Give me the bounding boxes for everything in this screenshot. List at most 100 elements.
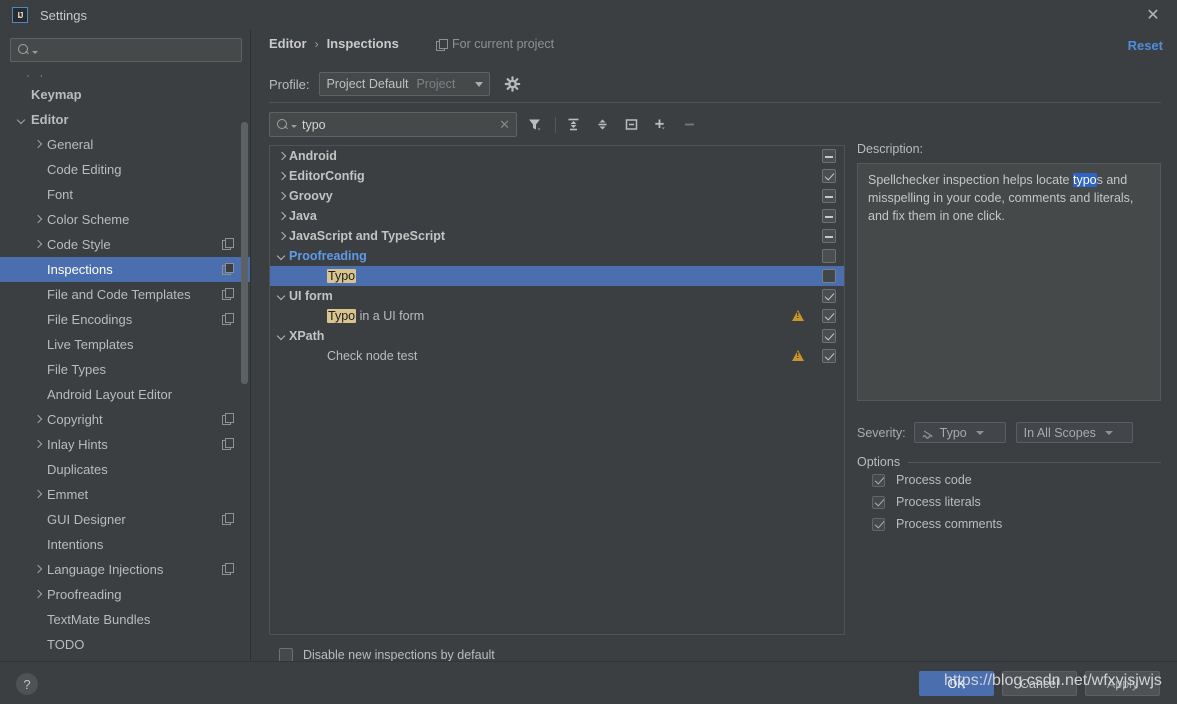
- tree-row-android[interactable]: Android: [270, 146, 844, 166]
- inspections-toolbar: ✕: [269, 112, 701, 137]
- chevron-down-icon[interactable]: [275, 329, 289, 343]
- chevron-right-icon[interactable]: [32, 564, 43, 575]
- tree-row-xpath[interactable]: XPath: [270, 326, 844, 346]
- sidebar-item-emmet[interactable]: Emmet: [0, 482, 250, 507]
- option-row-process-literals[interactable]: Process literals: [861, 495, 981, 509]
- apply-button[interactable]: Apply: [1085, 671, 1160, 696]
- sidebar-item-keymap[interactable]: Keymap: [0, 82, 250, 107]
- option-row-process-code[interactable]: Process code: [861, 473, 972, 487]
- help-button[interactable]: ?: [16, 673, 38, 695]
- tree-row-checkbox[interactable]: [822, 309, 836, 323]
- inspection-search-box[interactable]: ✕: [269, 112, 517, 137]
- sidebar-item-inspections[interactable]: Inspections: [0, 257, 250, 282]
- sidebar-item-editor[interactable]: Editor: [0, 107, 250, 132]
- close-icon[interactable]: ✕: [1143, 6, 1163, 26]
- clear-icon[interactable]: ✕: [499, 117, 510, 133]
- option-checkbox[interactable]: [872, 473, 885, 487]
- sidebar-scrollbar[interactable]: [241, 122, 248, 384]
- option-checkbox[interactable]: [872, 495, 885, 509]
- sidebar-item-file-encodings[interactable]: File Encodings: [0, 307, 250, 332]
- ok-button[interactable]: OK: [919, 671, 994, 696]
- gear-icon[interactable]: [504, 75, 521, 93]
- chevron-right-icon[interactable]: [275, 169, 289, 183]
- tree-row-typo[interactable]: Typo in a UI form: [270, 306, 844, 326]
- sidebar-search-input[interactable]: [42, 43, 227, 57]
- remove-icon[interactable]: [678, 113, 701, 136]
- severity-select[interactable]: Typo: [913, 422, 1006, 443]
- chevron-right-icon[interactable]: [32, 414, 43, 425]
- sidebar-item-android-layout-editor[interactable]: Android Layout Editor: [0, 382, 250, 407]
- tree-row-checkbox[interactable]: [822, 269, 836, 283]
- tree-row-ui-form[interactable]: UI form: [270, 286, 844, 306]
- collapse-all-icon[interactable]: [591, 113, 614, 136]
- tree-row-groovy[interactable]: Groovy: [270, 186, 844, 206]
- tree-row-proofreading[interactable]: Proofreading: [270, 246, 844, 266]
- inspection-search-input[interactable]: [302, 117, 492, 132]
- expand-all-icon[interactable]: [562, 113, 585, 136]
- chevron-down-icon[interactable]: [275, 249, 289, 263]
- tree-row-checkbox[interactable]: [822, 209, 836, 223]
- tree-row-checkbox[interactable]: [822, 349, 836, 363]
- tree-row-checkbox[interactable]: [822, 289, 836, 303]
- sidebar-item-textmate-bundles[interactable]: TextMate Bundles: [0, 607, 250, 632]
- cancel-button[interactable]: Cancel: [1002, 671, 1077, 696]
- sidebar-item-intentions[interactable]: Intentions: [0, 532, 250, 557]
- tree-row-checkbox[interactable]: [822, 149, 836, 163]
- disable-new-inspections-row[interactable]: Disable new inspections by default: [269, 648, 495, 662]
- chevron-right-icon[interactable]: [32, 139, 43, 150]
- sidebar-item-gui-designer[interactable]: GUI Designer: [0, 507, 250, 532]
- breadcrumb-root[interactable]: Editor: [269, 36, 307, 51]
- sidebar-item-color-scheme[interactable]: Color Scheme: [0, 207, 250, 232]
- tree-row-java[interactable]: Java: [270, 206, 844, 226]
- chevron-right-icon[interactable]: [32, 439, 43, 450]
- reset-link[interactable]: Reset: [1128, 38, 1163, 53]
- sidebar-item-file-types[interactable]: File Types: [0, 357, 250, 382]
- chevron-right-icon[interactable]: [32, 239, 43, 250]
- tree-row-javascript-and-typescript[interactable]: JavaScript and TypeScript: [270, 226, 844, 246]
- chevron-right-icon[interactable]: [275, 189, 289, 203]
- chevron-right-icon[interactable]: [32, 589, 43, 600]
- sidebar-item-file-and-code-templates[interactable]: File and Code Templates: [0, 282, 250, 307]
- profile-select[interactable]: Project Default Project: [319, 72, 491, 96]
- scope-select[interactable]: In All Scopes: [1015, 422, 1133, 443]
- sidebar-item-live-templates[interactable]: Live Templates: [0, 332, 250, 357]
- chevron-right-icon[interactable]: [32, 214, 43, 225]
- chevron-down-icon[interactable]: [275, 289, 289, 303]
- filter-icon[interactable]: [523, 113, 546, 136]
- tree-row-typo[interactable]: Typo: [270, 266, 844, 286]
- sidebar-search-box[interactable]: [10, 38, 242, 62]
- sidebar-item-duplicates[interactable]: Duplicates: [0, 457, 250, 482]
- tree-row-checkbox[interactable]: [822, 329, 836, 343]
- tree-row-checkbox[interactable]: [822, 169, 836, 183]
- sidebar-item-copyright[interactable]: Copyright: [0, 407, 250, 432]
- sidebar-item-todo[interactable]: TODO: [0, 632, 250, 657]
- sidebar-item-inlay-hints[interactable]: Inlay Hints: [0, 432, 250, 457]
- sidebar-item-font[interactable]: Font: [0, 182, 250, 207]
- sidebar-item-proofreading[interactable]: Proofreading: [0, 582, 250, 607]
- tree-row-checkbox[interactable]: [822, 189, 836, 203]
- chevron-right-icon[interactable]: [275, 149, 289, 163]
- chevron-down-icon[interactable]: [16, 114, 27, 125]
- option-row-process-comments[interactable]: Process comments: [861, 517, 1002, 531]
- tree-row-check-node-test[interactable]: Check node test: [270, 346, 844, 366]
- tree-row-checkbox[interactable]: [822, 249, 836, 263]
- disable-new-inspections-checkbox[interactable]: [279, 648, 293, 662]
- tree-row-checkbox[interactable]: [822, 229, 836, 243]
- sidebar-item-code-editing[interactable]: Code Editing: [0, 157, 250, 182]
- chevron-right-icon[interactable]: [32, 489, 43, 500]
- sidebar-item-language-injections[interactable]: Language Injections: [0, 557, 250, 582]
- typo-severity-icon: [922, 427, 935, 439]
- scope-value: In All Scopes: [1023, 425, 1096, 440]
- sidebar-item-code-style[interactable]: Code Style: [0, 232, 250, 257]
- option-checkbox[interactable]: [872, 517, 885, 531]
- add-icon[interactable]: [649, 113, 672, 136]
- group-by-icon[interactable]: [620, 113, 643, 136]
- sidebar-item-label: Duplicates: [47, 462, 108, 477]
- tree-row-editorconfig[interactable]: EditorConfig: [270, 166, 844, 186]
- chevron-right-icon[interactable]: [275, 209, 289, 223]
- sidebar-item-general[interactable]: General: [0, 132, 250, 157]
- chevron-right-icon[interactable]: [275, 229, 289, 243]
